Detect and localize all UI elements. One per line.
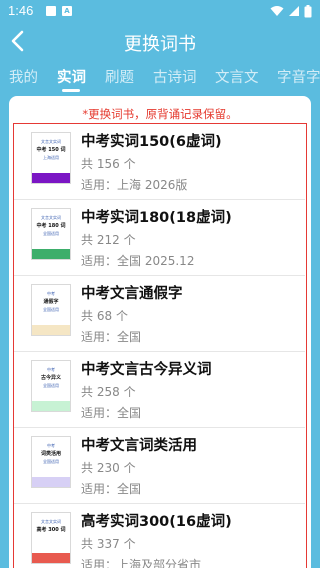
cover-color-band	[32, 477, 70, 487]
book-list-item[interactable]: 中考 词类活用 全国适用 中考文言词类活用 共 230 个 适用：全国	[14, 428, 305, 504]
cover-color-band	[32, 325, 70, 335]
wifi-icon	[270, 6, 284, 16]
cover-main-text: 高考 300 词	[36, 527, 66, 533]
status-time: 1:46	[8, 3, 34, 18]
book-word-count: 共 212 个	[81, 233, 136, 247]
cover-sub-text: 全国适用	[43, 459, 59, 464]
tab-pronunciation[interactable]: 字音字	[277, 66, 320, 87]
cover-top-text: 文言文实词	[41, 519, 61, 524]
book-cover: 文言文实词 中考 180 词 全国适用	[31, 208, 71, 260]
book-scope: 适用：全国	[81, 330, 142, 344]
cover-sub-text: 全国适用	[43, 307, 59, 312]
book-word-count: 共 337 个	[81, 537, 136, 551]
book-title: 高考实词300(16虚词)	[81, 514, 232, 530]
book-scope: 适用：全国	[81, 482, 142, 496]
battery-icon	[304, 4, 312, 17]
book-scope: 适用：全国	[81, 406, 142, 420]
signal-icon	[289, 6, 299, 16]
book-title: 中考文言词类活用	[81, 438, 197, 454]
cover-color-band	[32, 553, 70, 563]
cover-color-band	[32, 401, 70, 411]
tab-exercises[interactable]: 刷题	[105, 66, 134, 87]
book-cover: 中考 词类活用 全国适用	[31, 436, 71, 488]
cover-color-band	[32, 173, 70, 183]
book-cover: 文言文实词 中考 150 词 上海适用	[31, 132, 71, 184]
book-scope: 适用：上海 2026版	[81, 178, 188, 192]
book-title: 中考实词150(6虚词)	[81, 134, 222, 150]
cover-sub-text: 全国适用	[43, 383, 59, 388]
tab-content-words[interactable]: 实词	[57, 66, 86, 87]
cover-sub-text: 上海适用	[43, 155, 59, 160]
cover-top-text: 文言文实词	[41, 215, 61, 220]
notification-a-icon: A	[62, 6, 72, 16]
book-panel: *更换词书，原背诵记录保留。 文言文实词 中考 150 词 上海适用 中考实词1…	[9, 96, 311, 568]
cover-main-text: 中考 150 词	[36, 147, 66, 153]
tab-classical-chinese[interactable]: 文言文	[215, 66, 259, 87]
cover-top-text: 中考	[47, 367, 55, 372]
book-word-count: 共 156 个	[81, 157, 136, 171]
book-list-item[interactable]: 文言文实词 中考 150 词 上海适用 中考实词150(6虚词) 共 156 个…	[14, 124, 305, 200]
book-word-count: 共 258 个	[81, 385, 136, 399]
book-title: 中考文言通假字	[81, 286, 183, 302]
book-title: 中考实词180(18虚词)	[81, 210, 232, 226]
book-scope: 适用：上海及部分省市	[81, 558, 202, 568]
page-title: 更换词书	[124, 34, 196, 55]
cover-main-text: 中考 180 词	[36, 223, 66, 229]
book-list-item[interactable]: 文言文实词 高考 300 词 高考实词300(16虚词) 共 337 个 适用：…	[14, 504, 305, 568]
tab-mine[interactable]: 我的	[9, 66, 38, 87]
notice-text: *更换词书，原背诵记录保留。	[82, 107, 238, 121]
cover-top-text: 中考	[47, 443, 55, 448]
book-cover: 文言文实词 高考 300 词	[31, 512, 71, 564]
cover-top-text: 中考	[47, 291, 55, 296]
cover-color-band	[32, 249, 70, 259]
status-icons	[270, 4, 312, 18]
book-list-item[interactable]: 中考 古今异义 全国适用 中考文言古今异义词 共 258 个 适用：全国	[14, 352, 305, 428]
book-title: 中考文言古今异义词	[81, 362, 212, 378]
book-list-item[interactable]: 文言文实词 中考 180 词 全国适用 中考实词180(18虚词) 共 212 …	[14, 200, 305, 276]
active-tab-indicator	[62, 89, 80, 92]
cover-main-text: 词类活用	[40, 451, 61, 457]
book-word-count: 共 230 个	[81, 461, 136, 475]
book-list-item[interactable]: 中考 通假字 全国适用 中考文言通假字 共 68 个 适用：全国	[14, 276, 305, 352]
gallery-icon	[46, 6, 56, 16]
book-cover: 中考 古今异义 全国适用	[31, 360, 71, 412]
tab-poems[interactable]: 古诗词	[153, 66, 197, 87]
category-tabs: 我的 实词 刷题 古诗词 文言文 字音字	[0, 62, 320, 92]
book-cover: 中考 通假字 全国适用	[31, 284, 71, 336]
book-word-count: 共 68 个	[81, 309, 128, 323]
header: 更换词书	[0, 22, 320, 60]
cover-sub-text: 全国适用	[43, 231, 59, 236]
cover-main-text: 古今异义	[40, 375, 61, 381]
cover-top-text: 文言文实词	[41, 139, 61, 144]
book-list: 文言文实词 中考 150 词 上海适用 中考实词150(6虚词) 共 156 个…	[13, 123, 307, 568]
status-bar: 1:46 A	[0, 0, 320, 22]
cover-main-text: 通假字	[43, 299, 59, 305]
book-scope: 适用：全国 2025.12	[81, 254, 195, 268]
